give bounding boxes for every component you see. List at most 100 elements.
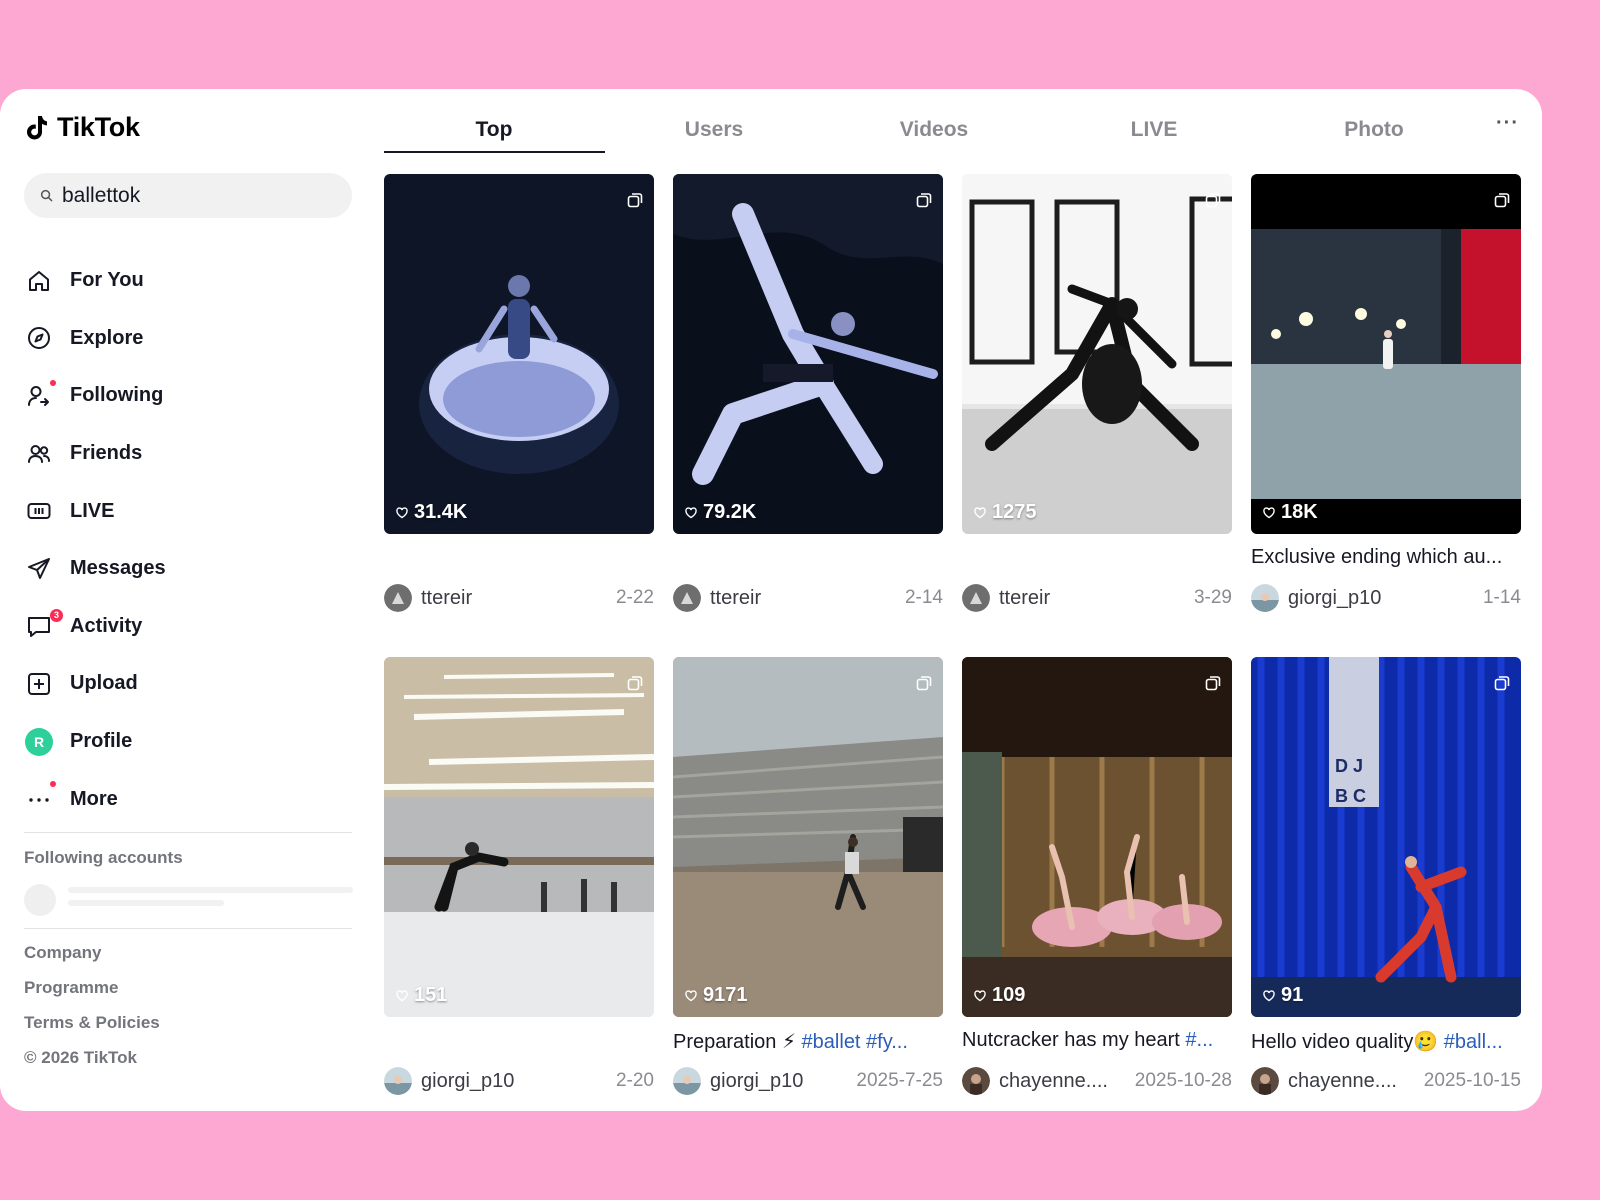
sidebar-item-upload[interactable]: Upload xyxy=(24,655,352,713)
multiple-items-icon xyxy=(1494,676,1510,691)
user-avatar[interactable] xyxy=(962,1067,990,1095)
user-avatar[interactable] xyxy=(384,584,412,612)
sidebar-item-label: For You xyxy=(70,269,144,292)
sidebar-item-for-you[interactable]: For You xyxy=(24,252,352,310)
like-count-value: 9171 xyxy=(703,984,748,1006)
caption-text: Preparation ⚡ xyxy=(673,1031,796,1053)
video-thumbnail[interactable]: 31.4K xyxy=(384,174,654,534)
post-date: 2025-10-15 xyxy=(1423,1070,1521,1091)
tab-top[interactable]: Top xyxy=(384,118,604,142)
video-card[interactable]: D J B C 91 Hello video quality🥲 #ball...… xyxy=(1251,657,1521,1095)
video-card[interactable]: 79.2K ttereir 2-14 xyxy=(673,174,943,612)
sidebar-item-messages[interactable]: Messages xyxy=(24,540,352,598)
sidebar-item-following[interactable]: Following xyxy=(24,367,352,425)
video-caption[interactable]: Nutcracker has my heart #... xyxy=(962,1029,1232,1052)
caption-hashtags[interactable]: #ballet #fy... xyxy=(796,1031,908,1053)
heart-icon xyxy=(685,506,697,518)
video-card[interactable]: 31.4K ttereir 2-22 xyxy=(384,174,654,612)
video-caption[interactable]: Exclusive ending which au... xyxy=(1251,546,1521,569)
like-count-value: 91 xyxy=(1281,984,1304,1006)
video-thumbnail[interactable]: 79.2K xyxy=(673,174,943,534)
video-card[interactable]: 109 Nutcracker has my heart #... chayenn… xyxy=(962,657,1232,1095)
send-icon xyxy=(24,554,54,584)
sidebar-item-activity[interactable]: 3 Activity xyxy=(24,598,352,656)
username[interactable]: ttereir xyxy=(710,587,761,610)
following-icon xyxy=(24,379,56,411)
video-caption[interactable]: Preparation ⚡ #ballet #fy... xyxy=(673,1029,943,1054)
heart-icon xyxy=(1263,989,1275,1001)
like-count-value: 151 xyxy=(414,984,448,1006)
inbox-icon: 3 xyxy=(24,609,63,641)
sidebar-item-profile[interactable]: R Profile xyxy=(24,713,352,771)
friends-icon xyxy=(24,439,54,469)
live-icon xyxy=(24,496,54,526)
caption-hashtags[interactable]: #... xyxy=(1185,1029,1213,1051)
tab-users[interactable]: Users xyxy=(604,118,824,142)
user-avatar[interactable] xyxy=(962,584,990,612)
sidebar-item-label: Friends xyxy=(70,442,143,465)
video-thumbnail[interactable]: D J B C 91 xyxy=(1251,657,1521,1017)
like-count: 1275 xyxy=(974,501,1037,524)
post-date: 2025-7-25 xyxy=(856,1070,943,1091)
footer-link-programme[interactable]: Programme xyxy=(24,977,160,1012)
video-caption[interactable]: Hello video quality🥲 #ball... xyxy=(1251,1029,1521,1054)
like-count: 18K xyxy=(1263,501,1318,524)
username[interactable]: chayenne.... xyxy=(1288,1070,1397,1093)
user-avatar[interactable] xyxy=(673,1067,701,1095)
video-card[interactable]: 18K Exclusive ending which au... giorgi_… xyxy=(1251,174,1521,612)
search-input[interactable] xyxy=(62,183,332,208)
post-date: 2-14 xyxy=(904,587,943,608)
caption-hashtags[interactable]: #ball... xyxy=(1444,1031,1503,1053)
username[interactable]: chayenne.... xyxy=(999,1070,1108,1093)
sidebar-divider xyxy=(24,832,352,833)
sidebar-item-label: Messages xyxy=(70,557,166,580)
video-thumbnail[interactable]: 9171 xyxy=(673,657,943,1017)
username[interactable]: giorgi_p10 xyxy=(421,1070,514,1093)
multiple-items-icon xyxy=(627,193,643,208)
like-count: 109 xyxy=(974,984,1025,1007)
video-meta: ttereir 2-22 xyxy=(384,583,654,613)
username[interactable]: giorgi_p10 xyxy=(710,1070,803,1093)
username[interactable]: giorgi_p10 xyxy=(1288,587,1381,610)
user-avatar[interactable] xyxy=(1251,584,1279,612)
video-thumbnail[interactable]: 1275 xyxy=(962,174,1232,534)
sidebar-item-more[interactable]: More xyxy=(24,770,352,828)
skeleton-line xyxy=(68,887,353,893)
footer-link-terms[interactable]: Terms & Policies xyxy=(24,1012,160,1047)
tab-live[interactable]: LIVE xyxy=(1044,118,1264,142)
user-avatar[interactable] xyxy=(673,584,701,612)
sidebar-nav: For You Explore Following Friends LIVE M… xyxy=(24,252,352,828)
video-card[interactable]: 9171 Preparation ⚡ #ballet #fy... giorgi… xyxy=(673,657,943,1095)
sidebar-item-explore[interactable]: Explore xyxy=(24,310,352,368)
tab-photo[interactable]: Photo xyxy=(1264,118,1484,142)
video-thumbnail[interactable]: 151 xyxy=(384,657,654,1017)
like-count: 31.4K xyxy=(396,501,467,524)
sidebar-item-label: Explore xyxy=(70,326,144,349)
tiktok-logo[interactable]: TikTok xyxy=(27,112,140,143)
like-count: 79.2K xyxy=(685,501,756,524)
username[interactable]: ttereir xyxy=(421,587,472,610)
footer-link-company[interactable]: Company xyxy=(24,942,160,977)
caption-text: Hello video quality🥲 xyxy=(1251,1031,1444,1053)
tabs-more-button[interactable]: ··· xyxy=(1496,112,1519,135)
search-bar[interactable] xyxy=(24,173,352,218)
video-card[interactable]: 151 giorgi_p10 2-20 xyxy=(384,657,654,1095)
sidebar-item-live[interactable]: LIVE xyxy=(24,482,352,540)
heart-icon xyxy=(974,506,986,518)
username[interactable]: ttereir xyxy=(999,587,1050,610)
sidebar-item-label: More xyxy=(70,787,118,810)
video-meta: ttereir 2-14 xyxy=(673,583,943,613)
user-avatar[interactable] xyxy=(1251,1067,1279,1095)
video-thumbnail[interactable]: 18K xyxy=(1251,174,1521,534)
user-avatar[interactable] xyxy=(384,1067,412,1095)
multiple-items-icon xyxy=(1494,193,1510,208)
video-card[interactable]: 1275 ttereir 3-29 xyxy=(962,174,1232,612)
heart-icon xyxy=(974,989,986,1001)
video-thumbnail[interactable]: 109 xyxy=(962,657,1232,1017)
multiple-items-icon xyxy=(627,676,643,691)
copyright: © 2026 TikTok xyxy=(24,1048,138,1067)
sidebar-item-label: Profile xyxy=(70,730,133,753)
sidebar-item-friends[interactable]: Friends xyxy=(24,425,352,483)
tab-videos[interactable]: Videos xyxy=(824,118,1044,142)
like-count-value: 1275 xyxy=(992,501,1037,523)
